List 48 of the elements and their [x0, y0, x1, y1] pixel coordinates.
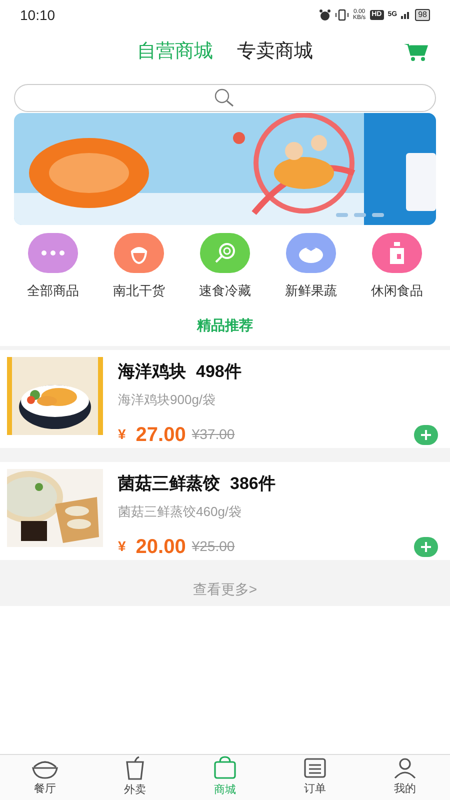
dots-icon	[41, 250, 65, 256]
category-button[interactable]	[114, 233, 164, 273]
product-spec: 海洋鸡块900g/袋	[118, 391, 217, 409]
vibrate-icon	[334, 9, 349, 21]
product-price: 20.00	[136, 534, 186, 560]
category-label[interactable]: 南北干货	[113, 281, 165, 300]
person-icon	[393, 757, 417, 780]
stock-count: 386件	[230, 472, 276, 494]
search-icon	[214, 88, 236, 108]
add-button[interactable]	[414, 536, 438, 556]
category-label[interactable]: 速食冷藏	[199, 281, 251, 300]
category-label[interactable]: 休闲食品	[371, 281, 423, 300]
shopping-bag-icon	[213, 756, 237, 780]
section-title: 精品推荐	[197, 316, 253, 334]
product-card[interactable]: 菌菇三鲜蒸饺 386件 菌菇三鲜蒸饺460g/袋 ¥ 20.00 ¥25.00	[0, 462, 450, 560]
signal-icon	[401, 11, 412, 19]
category-button[interactable]	[372, 233, 422, 273]
stock-count: 498件	[196, 360, 242, 382]
original-price: ¥37.00	[192, 425, 235, 444]
search-field[interactable]	[14, 84, 436, 112]
list-icon	[303, 757, 327, 780]
product-spec: 菌菇三鲜蒸饺460g/袋	[118, 503, 243, 521]
category-button[interactable]	[28, 233, 78, 273]
product-price: 27.00	[136, 422, 186, 448]
bottle-icon	[388, 242, 406, 264]
category-button[interactable]	[286, 233, 336, 273]
category-label[interactable]: 全部商品	[27, 281, 79, 300]
original-price: ¥25.00	[192, 537, 235, 556]
store-tab[interactable]: 专卖商城	[237, 38, 313, 66]
status-time: 10:10	[20, 6, 56, 24]
product-card[interactable]: 海洋鸡块 498件 海洋鸡块900g/袋 ¥ 27.00 ¥37.00	[0, 350, 450, 448]
currency-symbol: ¥	[118, 537, 126, 556]
plus-icon	[421, 542, 431, 552]
category-button[interactable]	[200, 233, 250, 273]
alarm-icon	[318, 9, 331, 21]
battery-level: 98	[415, 9, 430, 21]
category-label[interactable]: 新鲜果蔬	[285, 281, 337, 300]
nav-tab[interactable]: 我的	[360, 755, 450, 800]
product-name: 海洋鸡块	[118, 360, 186, 382]
plus-icon	[421, 430, 431, 440]
cart-icon[interactable]	[404, 42, 428, 62]
product-name: 菌菇三鲜蒸饺	[118, 472, 220, 494]
nav-tab[interactable]: 餐厅	[0, 755, 90, 800]
currency-symbol: ¥	[118, 425, 126, 444]
nav-tab[interactable]: 外卖	[90, 755, 180, 800]
lollipop-icon	[214, 242, 236, 264]
nav-tab[interactable]: 订单	[270, 755, 360, 800]
add-button[interactable]	[414, 424, 438, 444]
